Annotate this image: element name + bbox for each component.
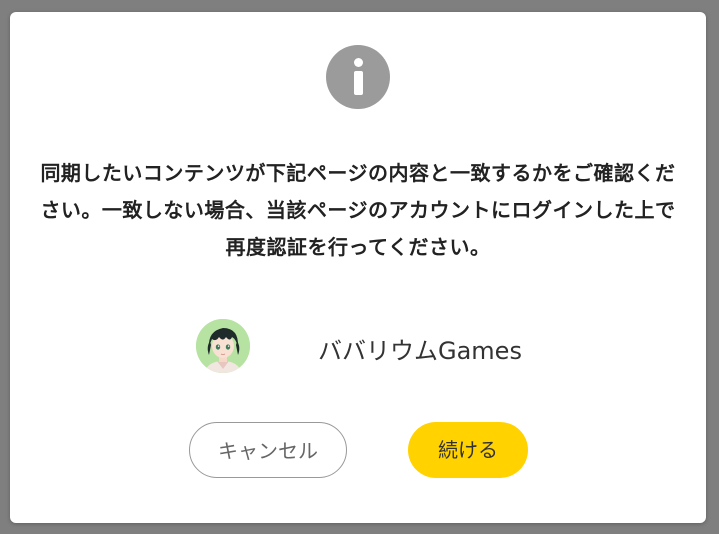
info-icon bbox=[326, 45, 390, 109]
cancel-button[interactable]: キャンセル bbox=[189, 422, 347, 478]
modal-overlay: 同期したいコンテンツが下記ページの内容と一致するかをご確認ください。一致しない場… bbox=[0, 0, 719, 534]
info-icon-bar bbox=[354, 71, 363, 95]
confirm-dialog: 同期したいコンテンツが下記ページの内容と一致するかをご確認ください。一致しない場… bbox=[10, 12, 706, 523]
account-row: ババリウムGames bbox=[194, 316, 534, 376]
info-icon-dot bbox=[354, 58, 363, 67]
avatar-illustration bbox=[196, 319, 250, 373]
avatar bbox=[196, 319, 250, 373]
account-name: ババリウムGames bbox=[318, 337, 522, 365]
continue-button[interactable]: 続ける bbox=[408, 422, 528, 478]
dialog-message: 同期したいコンテンツが下記ページの内容と一致するかをご確認ください。一致しない場… bbox=[40, 161, 676, 259]
